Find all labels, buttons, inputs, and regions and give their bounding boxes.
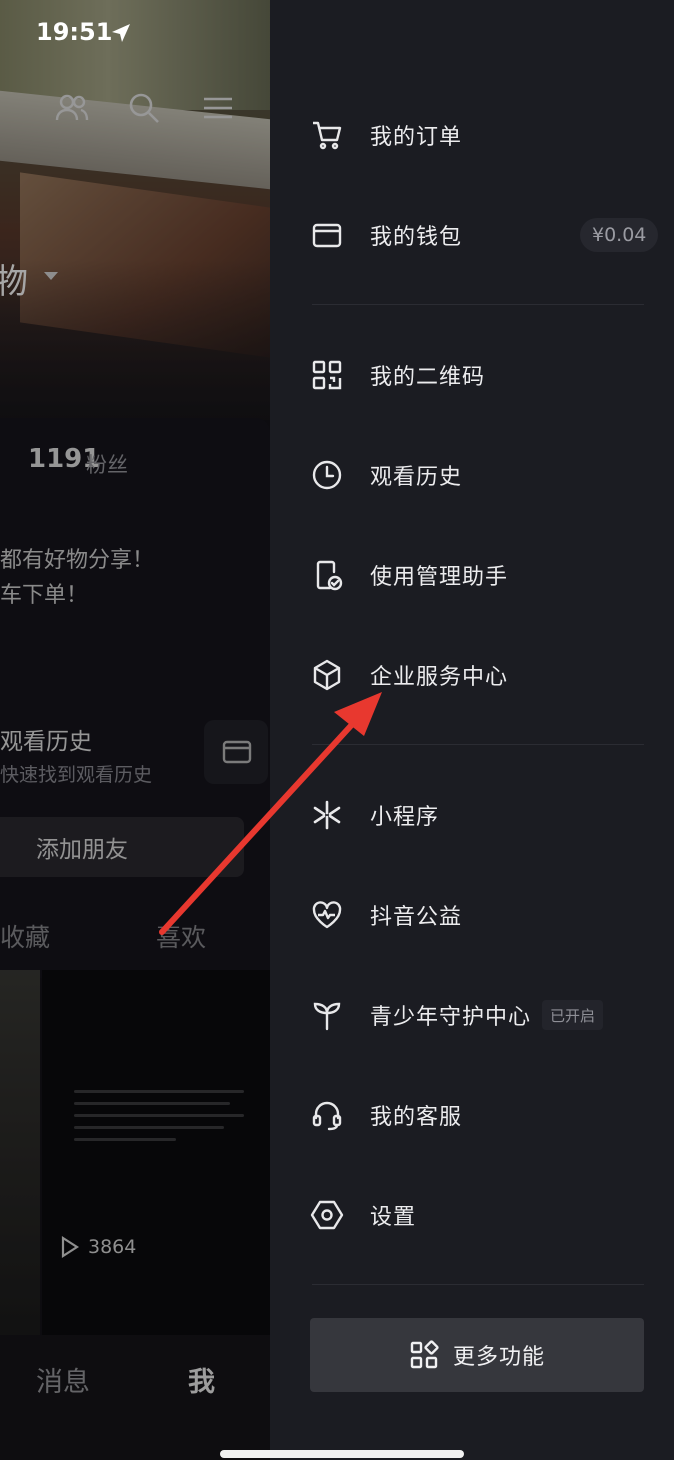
menu-item-usage-assistant[interactable]: 使用管理助手 <box>270 540 674 610</box>
cart-icon <box>313 121 342 150</box>
followers-label: 粉丝 <box>86 453 128 477</box>
menu-item-douyin-charity[interactable]: 抖音公益 <box>270 880 674 950</box>
profile-panel: 物 1191 粉丝 都有好物分享！ 车下单！ 观看历史 快速找到观看历史 添加朋… <box>0 0 270 1460</box>
more-features-button[interactable]: 更多功能 <box>310 1318 644 1392</box>
heart-pulse-icon <box>312 901 342 929</box>
sprout-icon <box>313 1002 341 1031</box>
menu-item-label: 抖音公益 <box>370 905 463 930</box>
menu-item-mini-programs[interactable]: 小程序 <box>270 780 674 850</box>
location-arrow-icon <box>112 24 130 42</box>
history-shortcut-subtitle: 快速找到观看历史 <box>0 764 153 786</box>
menu-item-enterprise-service[interactable]: 企业服务中心 <box>270 640 674 710</box>
clock-icon <box>312 460 342 490</box>
tab-favorites[interactable]: 收藏 <box>0 918 50 954</box>
wallet-icon <box>222 740 252 764</box>
menu-item-customer-service[interactable]: 我的客服 <box>270 1080 674 1150</box>
menu-item-orders[interactable]: 我的订单 <box>270 100 674 170</box>
bio-line: 车下单！ <box>0 583 89 608</box>
phone-check-icon <box>316 560 343 591</box>
play-count: 3864 <box>60 1236 136 1258</box>
profile-banner <box>0 0 270 420</box>
video-thumbnail[interactable] <box>0 970 40 1335</box>
profile-card <box>0 418 270 978</box>
teen-mode-status-badge: 已开启 <box>542 1000 604 1030</box>
search-icon[interactable] <box>126 90 162 126</box>
status-time: 19:51 <box>36 18 113 46</box>
friends-icon[interactable] <box>54 90 90 126</box>
add-friend-button[interactable]: 添加朋友 <box>0 817 244 877</box>
divider <box>312 304 644 305</box>
menu-item-watch-history[interactable]: 观看历史 <box>270 440 674 510</box>
menu-item-label: 使用管理助手 <box>370 565 509 590</box>
wallet-shortcut[interactable] <box>204 720 268 784</box>
divider <box>312 1284 644 1285</box>
play-icon <box>61 1236 80 1258</box>
add-friend-label: 添加朋友 <box>36 837 128 863</box>
tab-likes[interactable]: 喜欢 <box>156 918 206 954</box>
wallet-icon <box>312 223 342 248</box>
play-count-value: 3864 <box>88 1236 137 1258</box>
menu-item-teen-protection[interactable]: 青少年守护中心 <box>270 980 674 1050</box>
qr-code-icon <box>312 360 342 390</box>
menu-item-label: 我的二维码 <box>370 365 486 390</box>
nav-me[interactable]: 我 <box>188 1360 215 1399</box>
cube-icon <box>313 659 341 691</box>
menu-item-label: 我的订单 <box>370 125 463 150</box>
menu-item-label: 小程序 <box>370 805 440 830</box>
menu-item-qr-code[interactable]: 我的二维码 <box>270 340 674 410</box>
more-features-label: 更多功能 <box>452 1345 545 1370</box>
menu-item-label: 观看历史 <box>370 465 463 490</box>
asterisk-icon <box>313 800 341 830</box>
menu-item-label: 设置 <box>370 1205 417 1230</box>
menu-item-label: 我的钱包 <box>370 225 463 250</box>
chevron-down-icon[interactable] <box>44 272 58 280</box>
history-shortcut-title[interactable]: 观看历史 <box>0 722 92 756</box>
home-indicator[interactable] <box>220 1450 464 1458</box>
menu-item-label: 青少年守护中心 <box>370 1005 532 1030</box>
divider <box>312 744 644 745</box>
video-thumbnail[interactable] <box>42 970 270 1335</box>
menu-item-settings[interactable]: 设置 <box>270 1180 674 1250</box>
headset-icon <box>312 1101 342 1131</box>
menu-icon[interactable] <box>200 90 236 126</box>
profile-name: 物 <box>0 262 28 302</box>
wallet-balance-badge: ¥0.04 <box>580 218 659 252</box>
menu-item-label: 企业服务中心 <box>370 665 509 690</box>
grid-icon <box>410 1340 439 1369</box>
bio-line: 都有好物分享！ <box>0 548 155 573</box>
hexagon-gear-icon <box>310 1200 344 1230</box>
nav-messages[interactable]: 消息 <box>36 1360 90 1399</box>
menu-item-label: 我的客服 <box>370 1105 463 1130</box>
